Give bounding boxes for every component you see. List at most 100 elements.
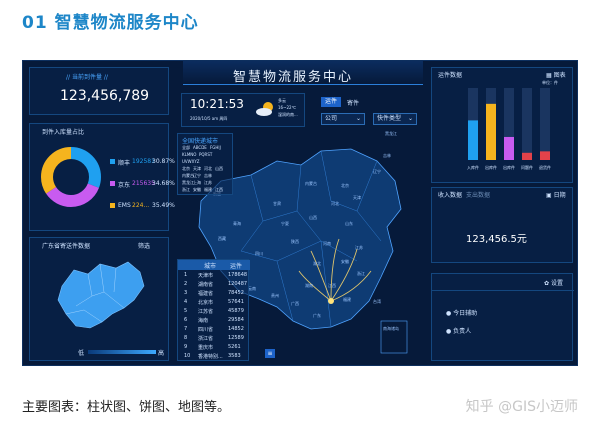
city-filter-option[interactable]: PQRST [199, 152, 212, 157]
city-filter-option[interactable]: UVWXYZ [182, 159, 200, 164]
income-tab-other[interactable]: 支出数据 [466, 190, 490, 199]
city-filter-option[interactable]: 上海 [193, 180, 201, 186]
map-province-label: 福建 [343, 297, 351, 302]
income-tab-active[interactable]: 收入数据 [438, 190, 462, 199]
city-filter-option[interactable]: 北京 [182, 166, 190, 172]
legend-pct: 34.68% [152, 180, 175, 187]
map-province-label: 江西 [328, 283, 336, 288]
table-row-value: 57641 [228, 299, 244, 305]
table-row-city: 福建省 [198, 291, 214, 297]
city-filter-option[interactable]: 安徽 [193, 187, 201, 193]
bar [486, 103, 496, 160]
city-filter-option[interactable]: 浙江 [182, 187, 190, 193]
table-row-city: 浙江省 [198, 336, 214, 342]
table-row-index: 9 [184, 344, 188, 350]
map-province-label: 西藏 [218, 236, 226, 241]
scale-high-label: 高 [158, 350, 165, 357]
table-row-index: 3 [184, 290, 188, 296]
settings-divider [432, 290, 574, 291]
bar [468, 120, 478, 160]
city-filter-option[interactable]: 福建 [204, 187, 212, 193]
gd-filter-button[interactable]: 筛选 [138, 241, 150, 250]
table-row-index: 7 [184, 326, 188, 332]
tab-delivery[interactable]: 运件 [321, 97, 341, 107]
city-filter-option[interactable]: 全部 [182, 145, 190, 151]
city-filter-option[interactable]: 山西 [215, 166, 223, 172]
table-row-city: 天津市 [198, 273, 214, 279]
bar-panel-icon-label: 图表 [553, 72, 566, 79]
city-filter-option[interactable]: 吉林 [204, 173, 212, 179]
settings-item-1-label: 今日辅助 [453, 310, 478, 317]
tab-send[interactable]: 寄件 [347, 98, 359, 107]
caption: 主要图表：柱状图、饼图、地图等。 [22, 400, 231, 415]
city-filter-option[interactable]: FGHIJ [210, 145, 221, 150]
table-row-city: 北京市 [198, 300, 214, 306]
pie-panel-title: 到件入库量占比 [42, 129, 85, 136]
settings-item-2-label: 负责人 [453, 328, 472, 335]
map-province-label: 青海 [233, 221, 241, 226]
map-province-label: 南海诸岛 [383, 326, 399, 331]
map-province-label: 辽宁 [373, 169, 381, 174]
city-filter-option[interactable]: 天津 [193, 166, 201, 172]
company-select[interactable]: 公司 ⌄ [321, 113, 365, 125]
city-filter-option[interactable]: 河北 [204, 166, 212, 172]
type-select-label: 快件类型 [377, 115, 402, 122]
bar-category-label: 问题件 [521, 164, 533, 170]
map-province-label: 四川 [255, 251, 263, 256]
clock-time: 10:21:53 [190, 97, 244, 111]
city-table-header-city: 城市 [204, 263, 217, 270]
table-row-index: 6 [184, 317, 188, 323]
pie-panel: 到件入库量占比 顺丰 192581 30.87% 京东 215635 34.68% EMS 2… [29, 123, 175, 231]
table-row-value: 29584 [228, 317, 244, 323]
clock-panel: 10:21:53 2020/10/5 am 周四 多云 16~22℃ 湿润的南.… [181, 93, 305, 127]
legend-pct: 35.49% [152, 202, 175, 209]
list-toggle-icon[interactable]: ≡ [265, 349, 275, 358]
map-province-label: 广西 [291, 301, 299, 306]
cloudy-weather-icon [256, 102, 273, 116]
settings-label: 设置 [550, 280, 563, 287]
table-row-city: 江苏省 [198, 309, 214, 315]
map-province-label: 甘肃 [273, 201, 281, 206]
city-filter-option[interactable]: 辽宁 [193, 173, 201, 179]
map-province-label: 宁夏 [281, 221, 289, 226]
gd-panel: 广东省寄送件数据 筛选 低 高 [29, 237, 169, 361]
map-province-label: 陕西 [291, 239, 299, 244]
legend-name: 顺丰 [118, 160, 131, 167]
table-row-value: 14852 [228, 326, 244, 332]
table-row-value: 45879 [228, 308, 244, 314]
map-province-label: 山西 [309, 215, 317, 220]
map-province-label: 河北 [331, 201, 339, 206]
settings-panel: ✿ 设置 ● 今日辅助 ● 负责人 [431, 273, 574, 361]
legend-pct: 30.87% [152, 158, 175, 165]
total-card: // 当前到件量 // 123,456,789 [29, 67, 169, 115]
city-table-header-delivery: 运件 [230, 263, 243, 270]
map-province-label: 湖北 [313, 261, 321, 266]
bar-chart-icon-button[interactable]: ▦ 图表 [546, 70, 566, 79]
type-select[interactable]: 快件类型 ⌄ [373, 113, 417, 125]
map-province-label: 内蒙古 [305, 181, 317, 186]
income-value: 123,456.5元 [466, 234, 527, 245]
calendar-icon: ▣ [546, 192, 554, 199]
table-row-city: 海南 [198, 318, 209, 324]
map-province-label: 河南 [323, 241, 331, 246]
table-row-city: 香港特别... [198, 354, 223, 360]
city-filter-option[interactable]: KLMNO [182, 152, 196, 157]
table-row-index: 1 [184, 272, 188, 278]
city-filter-option[interactable]: 江苏 [204, 180, 212, 186]
map-province-label: 天津 [353, 195, 361, 200]
date-icon-button[interactable]: ▣ 日期 [546, 190, 566, 199]
city-filter-option[interactable]: 江西 [215, 187, 223, 193]
city-filter-option[interactable]: ABCDE [193, 145, 207, 150]
income-panel: 收入数据 支出数据 ▣ 日期 123,456.5元 [431, 187, 573, 263]
table-row-city: 湖南省 [198, 282, 214, 288]
settings-button[interactable]: ✿ 设置 [544, 278, 563, 287]
total-card-value: 123,456,789 [60, 88, 150, 104]
chart-icon: ▦ [546, 72, 554, 79]
guangdong-map [57, 261, 145, 329]
color-scale-bar [88, 350, 156, 354]
table-row-value: 78452 [228, 290, 244, 296]
page-heading: 01 智慧物流服务中心 [22, 13, 199, 33]
donut-chart [41, 147, 101, 207]
legend-swatch [110, 203, 115, 208]
city-filter-title: 全国快递城市 [182, 138, 219, 145]
